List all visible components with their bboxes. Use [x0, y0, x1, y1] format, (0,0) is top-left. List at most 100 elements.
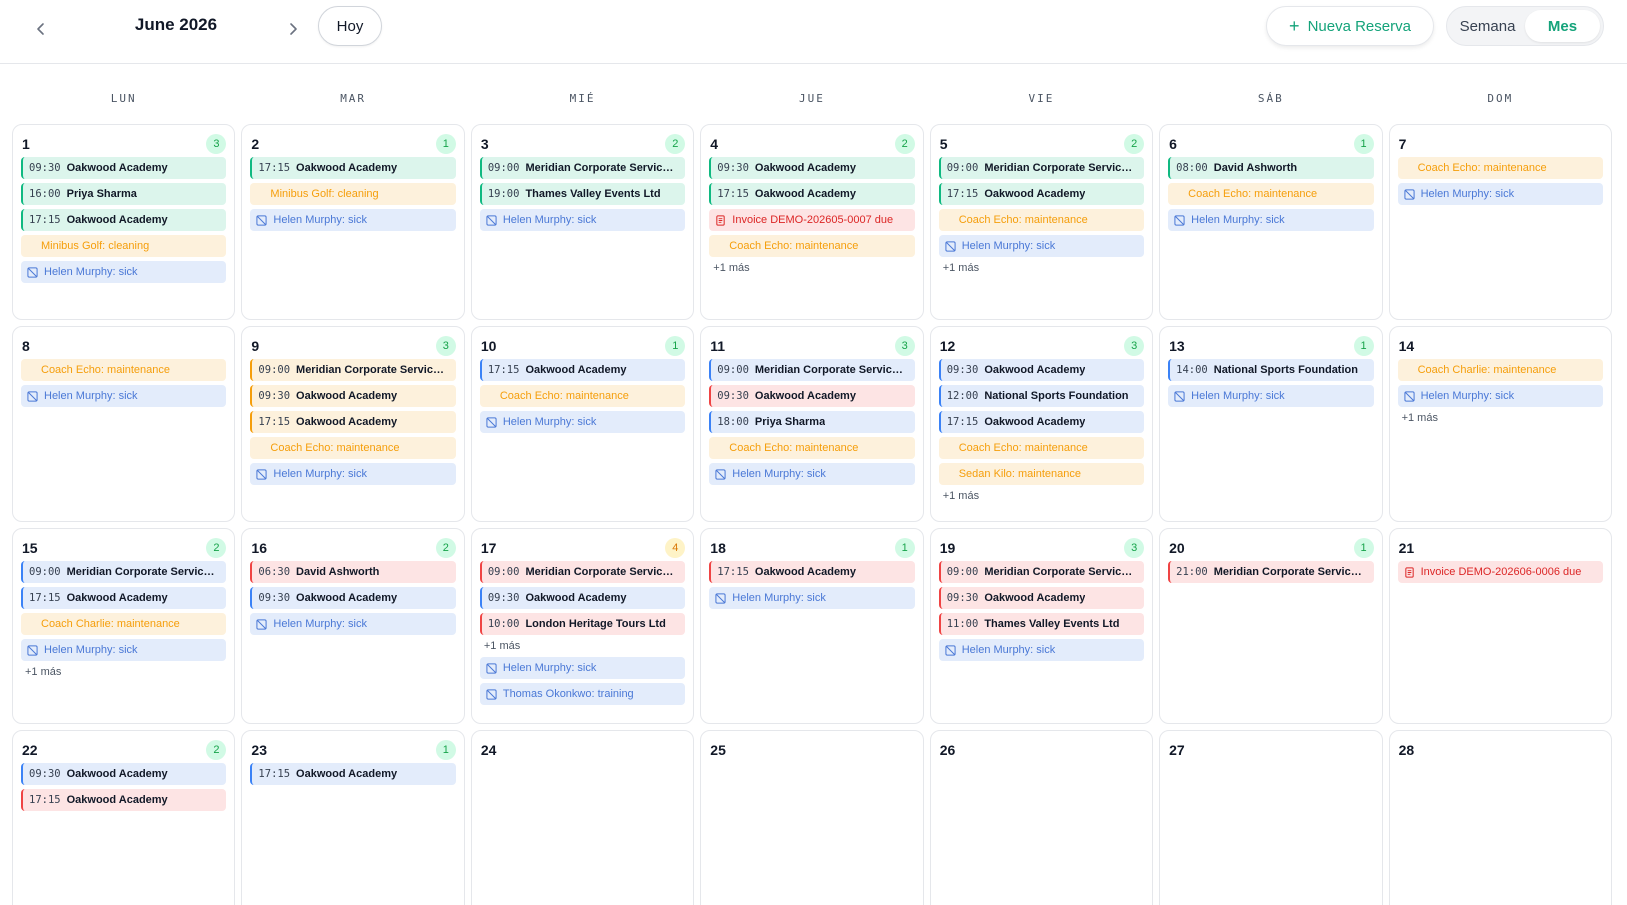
booking-event[interactable]: 19:00 Thames Valley Events Ltd — [479, 183, 686, 205]
booking-event[interactable]: 09:30 Oakwood Academy — [938, 359, 1145, 381]
booking-event[interactable]: 17:15 Oakwood Academy — [250, 763, 456, 785]
staff-absence-event[interactable]: Helen Murphy: sick — [479, 209, 686, 231]
maintenance-event[interactable]: Coach Charlie: maintenance — [21, 613, 227, 635]
invoice-due-event[interactable]: Invoice DEMO-202606-0006 due — [1397, 561, 1603, 583]
new-booking-button[interactable]: + Nueva Reserva — [1266, 6, 1434, 46]
staff-absence-event[interactable]: Helen Murphy: sick — [938, 639, 1145, 661]
day-cell[interactable]: 10 1 17:15 Oakwood Academy Coach Echo: maint… — [470, 326, 695, 522]
day-cell[interactable]: 12 3 09:30 Oakwood Academy 12:00 National Spo… — [929, 326, 1154, 522]
booking-event[interactable]: 17:15 Oakwood Academy — [938, 183, 1145, 205]
day-cell[interactable]: 14 Coach Charlie: maintenance Helen Murphy… — [1388, 326, 1612, 522]
previous-month-button[interactable] — [26, 14, 56, 44]
staff-absence-event[interactable]: Helen Murphy: sick — [1168, 385, 1374, 407]
day-cell[interactable]: 1 3 09:30 Oakwood Academy 16:00 Priya Sharma 1… — [12, 124, 236, 320]
day-cell[interactable]: 17 4 09:00 Meridian Corporate Services Ltd 0… — [470, 528, 695, 724]
day-cell[interactable]: 19 3 09:00 Meridian Corporate Services Ltd 0… — [929, 528, 1154, 724]
booking-event[interactable]: 11:00 Thames Valley Events Ltd — [938, 613, 1145, 635]
staff-absence-event[interactable]: Helen Murphy: sick — [709, 587, 915, 609]
more-events-link[interactable]: +1 más — [1398, 411, 1603, 425]
booking-event[interactable]: 17:15 Oakwood Academy — [709, 183, 915, 205]
day-cell[interactable]: 25 — [700, 730, 924, 905]
invoice-due-event[interactable]: Invoice DEMO-202605-0007 due — [709, 209, 915, 231]
maintenance-event[interactable]: Coach Echo: maintenance — [709, 235, 915, 257]
booking-event[interactable]: 09:00 Meridian Corporate Services Ltd — [21, 561, 227, 583]
maintenance-event[interactable]: Minibus Golf: cleaning — [21, 235, 227, 257]
booking-event[interactable]: 09:30 Oakwood Academy — [709, 385, 915, 407]
booking-event[interactable]: 09:30 Oakwood Academy — [250, 587, 456, 609]
booking-event[interactable]: 09:00 Meridian Corporate Services Ltd — [479, 561, 686, 583]
day-cell[interactable]: 5 2 09:00 Meridian Corporate Services Ltd 17… — [929, 124, 1154, 320]
day-cell[interactable]: 6 1 08:00 David Ashworth Coach Echo: mainten… — [1159, 124, 1383, 320]
maintenance-event[interactable]: Sedan Kilo: maintenance — [938, 463, 1145, 485]
staff-absence-event[interactable]: Helen Murphy: sick — [250, 209, 456, 231]
booking-event[interactable]: 09:30 Oakwood Academy — [21, 763, 227, 785]
staff-absence-event[interactable]: Helen Murphy: sick — [479, 657, 686, 679]
today-button[interactable]: Hoy — [318, 6, 382, 46]
booking-event[interactable]: 14:00 National Sports Foundation — [1168, 359, 1374, 381]
day-cell[interactable]: 8 Coach Echo: maintenance Helen Murphy: si… — [12, 326, 236, 522]
maintenance-event[interactable]: Coach Echo: maintenance — [21, 359, 227, 381]
staff-absence-event[interactable]: Helen Murphy: sick — [1168, 209, 1374, 231]
booking-event[interactable]: 18:00 Priya Sharma — [709, 411, 915, 433]
booking-event[interactable]: 12:00 National Sports Foundation — [938, 385, 1145, 407]
day-cell[interactable]: 26 — [929, 730, 1154, 905]
booking-event[interactable]: 17:15 Oakwood Academy — [938, 411, 1145, 433]
booking-event[interactable]: 06:30 David Ashworth — [250, 561, 456, 583]
more-events-link[interactable]: +1 más — [480, 639, 685, 653]
booking-event[interactable]: 09:30 Oakwood Academy — [479, 587, 686, 609]
day-cell[interactable]: 11 3 09:00 Meridian Corporate Services Ltd 0… — [700, 326, 924, 522]
booking-event[interactable]: 17:15 Oakwood Academy — [21, 587, 227, 609]
staff-absence-event[interactable]: Helen Murphy: sick — [250, 463, 456, 485]
staff-absence-event[interactable]: Helen Murphy: sick — [21, 261, 227, 283]
booking-event[interactable]: 17:15 Oakwood Academy — [709, 561, 915, 583]
day-cell[interactable]: 3 2 09:00 Meridian Corporate Services Ltd 19… — [470, 124, 695, 320]
maintenance-event[interactable]: Coach Echo: maintenance — [938, 209, 1145, 231]
booking-event[interactable]: 09:30 Oakwood Academy — [21, 157, 227, 179]
staff-absence-event[interactable]: Helen Murphy: sick — [1397, 183, 1603, 205]
maintenance-event[interactable]: Coach Echo: maintenance — [1397, 157, 1603, 179]
month-view-button[interactable]: Mes — [1525, 10, 1600, 42]
day-cell[interactable]: 7 Coach Echo: maintenance Helen Murphy: si… — [1388, 124, 1612, 320]
day-cell[interactable]: 21 Invoice DEMO-202606-0006 due — [1388, 528, 1612, 724]
day-cell[interactable]: 20 1 21:00 Meridian Corporate Services Ltd — [1159, 528, 1383, 724]
staff-absence-event[interactable]: Helen Murphy: sick — [938, 235, 1145, 257]
day-cell[interactable]: 15 2 09:00 Meridian Corporate Services Ltd 1… — [12, 528, 236, 724]
more-events-link[interactable]: +1 más — [709, 261, 914, 275]
booking-event[interactable]: 09:30 Oakwood Academy — [938, 587, 1145, 609]
booking-event[interactable]: 09:00 Meridian Corporate Services Ltd — [250, 359, 456, 381]
day-cell[interactable]: 4 2 09:30 Oakwood Academy 17:15 Oakwood Acade… — [700, 124, 924, 320]
maintenance-event[interactable]: Coach Echo: maintenance — [938, 437, 1145, 459]
booking-event[interactable]: 10:00 London Heritage Tours Ltd — [479, 613, 686, 635]
day-cell[interactable]: 2 1 17:15 Oakwood Academy Minibus Golf: clea… — [241, 124, 465, 320]
day-cell[interactable]: 22 2 09:30 Oakwood Academy 17:15 Oakwood Acad… — [12, 730, 236, 905]
day-cell[interactable]: 23 1 17:15 Oakwood Academy — [241, 730, 465, 905]
booking-event[interactable]: 09:30 Oakwood Academy — [250, 385, 456, 407]
booking-event[interactable]: 09:00 Meridian Corporate Services Ltd — [938, 157, 1145, 179]
day-cell[interactable]: 18 1 17:15 Oakwood Academy Helen Murphy: sic… — [700, 528, 924, 724]
staff-absence-event[interactable]: Helen Murphy: sick — [250, 613, 456, 635]
booking-event[interactable]: 21:00 Meridian Corporate Services Ltd — [1168, 561, 1374, 583]
booking-event[interactable]: 17:15 Oakwood Academy — [250, 157, 456, 179]
booking-event[interactable]: 16:00 Priya Sharma — [21, 183, 227, 205]
day-cell[interactable]: 13 1 14:00 National Sports Foundation Helen … — [1159, 326, 1383, 522]
booking-event[interactable]: 17:15 Oakwood Academy — [250, 411, 456, 433]
booking-event[interactable]: 08:00 David Ashworth — [1168, 157, 1374, 179]
day-cell[interactable]: 16 2 06:30 David Ashworth 09:30 Oakwood Acade… — [241, 528, 465, 724]
day-cell[interactable]: 27 — [1159, 730, 1383, 905]
day-cell[interactable]: 24 — [470, 730, 695, 905]
staff-absence-event[interactable]: Helen Murphy: sick — [1397, 385, 1603, 407]
booking-event[interactable]: 09:00 Meridian Corporate Services Ltd — [709, 359, 915, 381]
day-cell[interactable]: 28 — [1388, 730, 1612, 905]
week-view-button[interactable]: Semana — [1450, 10, 1525, 42]
booking-event[interactable]: 17:15 Oakwood Academy — [21, 789, 227, 811]
maintenance-event[interactable]: Coach Echo: maintenance — [479, 385, 686, 407]
booking-event[interactable]: 09:00 Meridian Corporate Services Ltd — [479, 157, 686, 179]
more-events-link[interactable]: +1 más — [939, 261, 1144, 275]
more-events-link[interactable]: +1 más — [21, 665, 226, 679]
booking-event[interactable]: 17:15 Oakwood Academy — [21, 209, 227, 231]
next-month-button[interactable] — [278, 14, 308, 44]
maintenance-event[interactable]: Coach Echo: maintenance — [1168, 183, 1374, 205]
booking-event[interactable]: 09:30 Oakwood Academy — [709, 157, 915, 179]
staff-absence-event[interactable]: Helen Murphy: sick — [21, 639, 227, 661]
maintenance-event[interactable]: Coach Echo: maintenance — [250, 437, 456, 459]
